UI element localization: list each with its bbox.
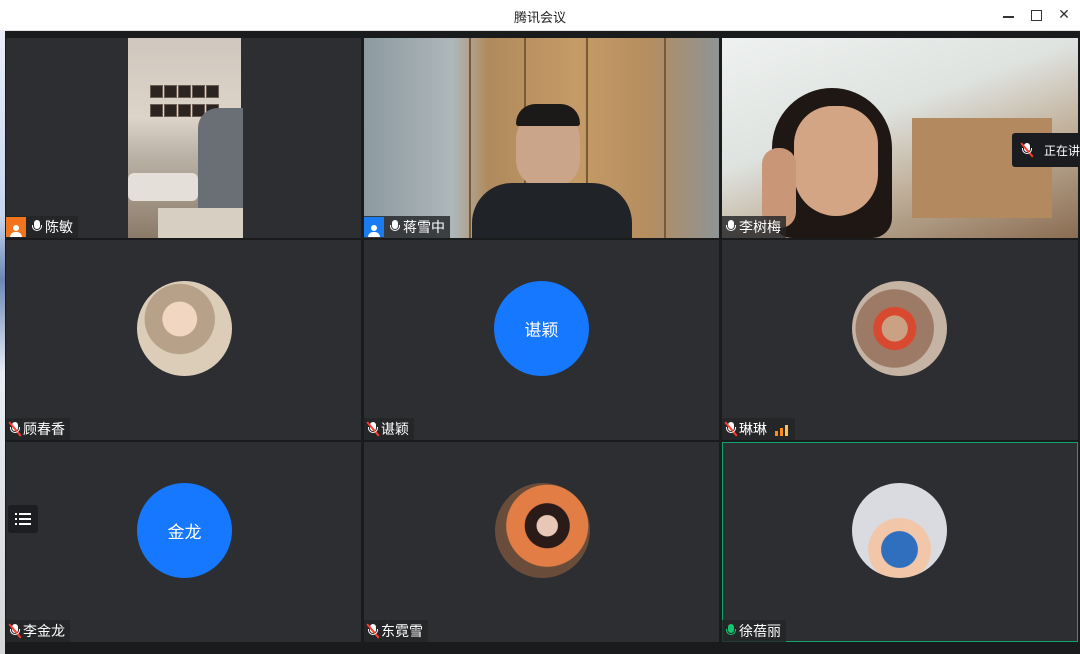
participant-name: 李树梅 — [739, 220, 781, 236]
meeting-window: 腾讯会议 ✕ 陈敏 蒋雪中 李树梅 顾春香 谌颖 谌颖 琳琳 金龙 李金龙 东霓… — [0, 0, 1080, 654]
microphone-speaking-icon — [724, 622, 738, 640]
video-feed — [364, 38, 719, 238]
participant-tile-6[interactable]: 金龙 李金龙 — [6, 442, 361, 642]
avatar — [852, 483, 947, 578]
title-bar: 腾讯会议 ✕ — [0, 0, 1080, 31]
participant-label: 陈敏 — [6, 216, 78, 238]
microphone-muted-icon — [1020, 141, 1034, 159]
speaking-indicator-label: 正在讲 — [1043, 143, 1080, 158]
microphone-icon — [724, 218, 738, 236]
video-feed — [6, 38, 361, 238]
microphone-icon — [30, 218, 44, 236]
signal-bars-icon — [775, 422, 790, 436]
participant-label: 谌颖 — [364, 418, 414, 440]
microphone-muted-icon — [8, 622, 22, 640]
maximize-icon — [1030, 9, 1042, 21]
avatar: 金龙 — [137, 483, 232, 578]
avatar — [137, 281, 232, 376]
participant-name: 东霓雪 — [381, 624, 423, 640]
participant-label: 李树梅 — [722, 216, 786, 238]
host-user-icon — [364, 217, 384, 237]
minimize-icon — [1002, 16, 1014, 18]
participant-name: 李金龙 — [23, 624, 65, 640]
participant-label: 琳琳 — [722, 418, 795, 440]
avatar — [852, 281, 947, 376]
participant-name: 顾春香 — [23, 422, 65, 438]
background-window-edge — [0, 30, 5, 654]
avatar: 谌颖 — [494, 281, 589, 376]
participant-name: 琳琳 — [739, 422, 767, 438]
participant-tile-4[interactable]: 谌颖 谌颖 — [364, 240, 719, 440]
participant-tile-3[interactable]: 顾春香 — [6, 240, 361, 440]
participant-tile-8[interactable]: 徐蓓丽 — [722, 442, 1078, 642]
participant-name: 谌颖 — [381, 422, 409, 438]
host-user-icon — [6, 217, 26, 237]
participant-label: 徐蓓丽 — [722, 620, 786, 642]
list-icon[interactable] — [8, 505, 38, 533]
microphone-muted-icon — [8, 420, 22, 438]
participant-tile-7[interactable]: 东霓雪 — [364, 442, 719, 642]
participant-tile-1[interactable]: 蒋雪中 — [364, 38, 719, 238]
participant-label: 顾春香 — [6, 418, 70, 440]
avatar — [495, 483, 590, 578]
window-title: 腾讯会议 — [513, 11, 566, 26]
maximize-button[interactable] — [1024, 4, 1048, 26]
participant-name: 陈敏 — [45, 220, 73, 236]
minimize-button[interactable] — [996, 4, 1020, 26]
speaking-indicator[interactable]: 正在讲 — [1012, 133, 1080, 167]
microphone-icon — [388, 218, 402, 236]
video-frame — [128, 38, 243, 238]
participant-label: 李金龙 — [6, 620, 70, 642]
participant-tile-0[interactable]: 陈敏 — [6, 38, 361, 238]
participant-name: 蒋雪中 — [403, 220, 445, 236]
participant-label: 东霓雪 — [364, 620, 428, 642]
microphone-muted-icon — [366, 622, 380, 640]
video-grid: 陈敏 蒋雪中 李树梅 顾春香 谌颖 谌颖 琳琳 金龙 李金龙 东霓雪 徐蓓丽 — [6, 38, 1078, 642]
close-button[interactable]: ✕ — [1052, 4, 1076, 26]
close-icon: ✕ — [1058, 7, 1070, 23]
microphone-muted-icon — [366, 420, 380, 438]
participant-label: 蒋雪中 — [364, 216, 450, 238]
participant-name: 徐蓓丽 — [739, 624, 781, 640]
participant-tile-5[interactable]: 琳琳 — [722, 240, 1078, 440]
microphone-muted-icon — [724, 420, 738, 438]
